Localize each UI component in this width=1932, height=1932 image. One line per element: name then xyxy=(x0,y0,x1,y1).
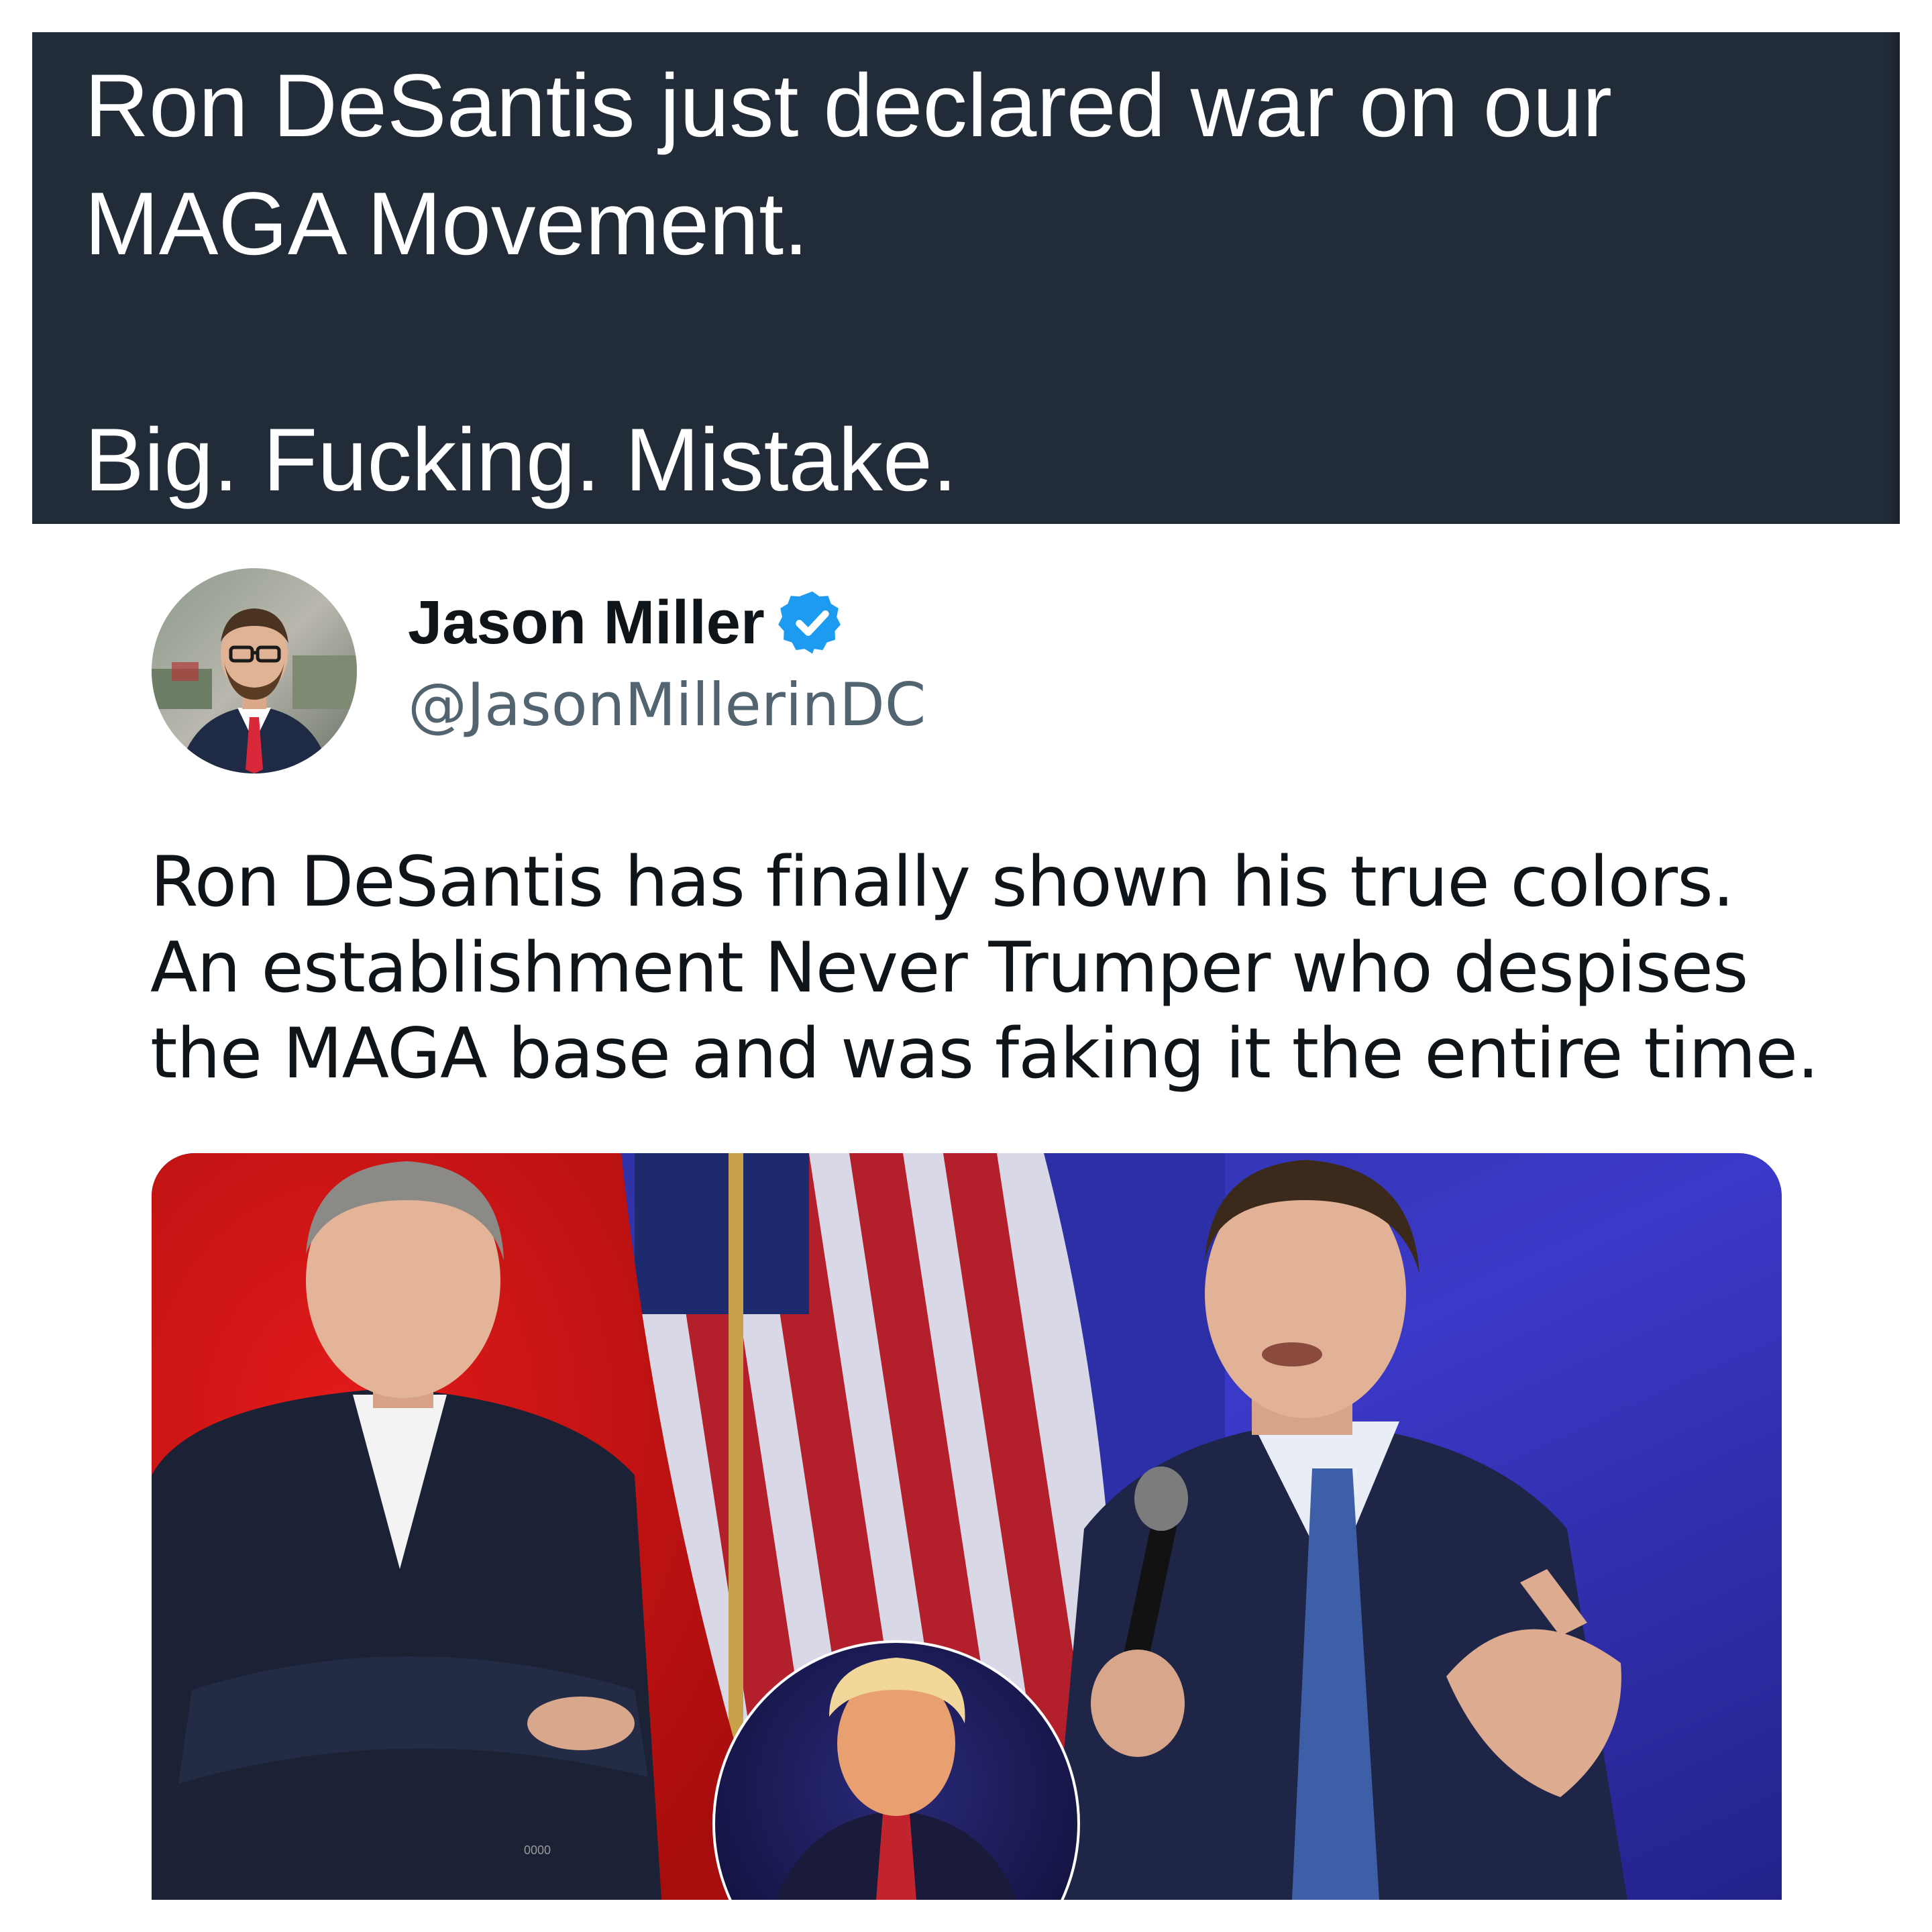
quote-post-line: MAGA Movement. xyxy=(85,174,809,274)
jacket-button-text: 0000 xyxy=(524,1843,551,1857)
tweet-body-line: An establishment Never Trumper who despi… xyxy=(150,928,1748,1008)
tweet-body: Ron DeSantis has finally shown his true … xyxy=(150,839,1868,1097)
author-display-name[interactable]: Jason Miller xyxy=(408,588,765,658)
quote-post-text: Ron DeSantis just declared war on our MA… xyxy=(85,47,1882,519)
verified-badge-icon xyxy=(777,591,841,654)
quote-post-line: Big. Fucking. Mistake. xyxy=(85,411,957,510)
photo-collage-icon: 0000 xyxy=(152,1153,1782,1900)
quote-post-line: Ron DeSantis just declared war on our xyxy=(85,56,1612,156)
panel-edge-shadow xyxy=(1888,32,1900,524)
author-avatar[interactable] xyxy=(152,568,357,773)
tweet-body-line: the MAGA base and was faking it the enti… xyxy=(150,1014,1819,1094)
author-name-row[interactable]: Jason Miller xyxy=(408,587,848,658)
quote-post-panel: Ron DeSantis just declared war on our MA… xyxy=(32,32,1900,524)
tweet-body-line: Ron DeSantis has finally shown his true … xyxy=(150,842,1735,922)
author-handle[interactable]: @JasonMillerinDC xyxy=(408,670,926,739)
embedded-tweet-card[interactable]: Jason Miller @JasonMillerinDC Ron DeSant… xyxy=(32,557,1900,1900)
profile-photo-icon xyxy=(152,568,357,773)
tweet-media-image[interactable]: 0000 xyxy=(152,1153,1782,1900)
